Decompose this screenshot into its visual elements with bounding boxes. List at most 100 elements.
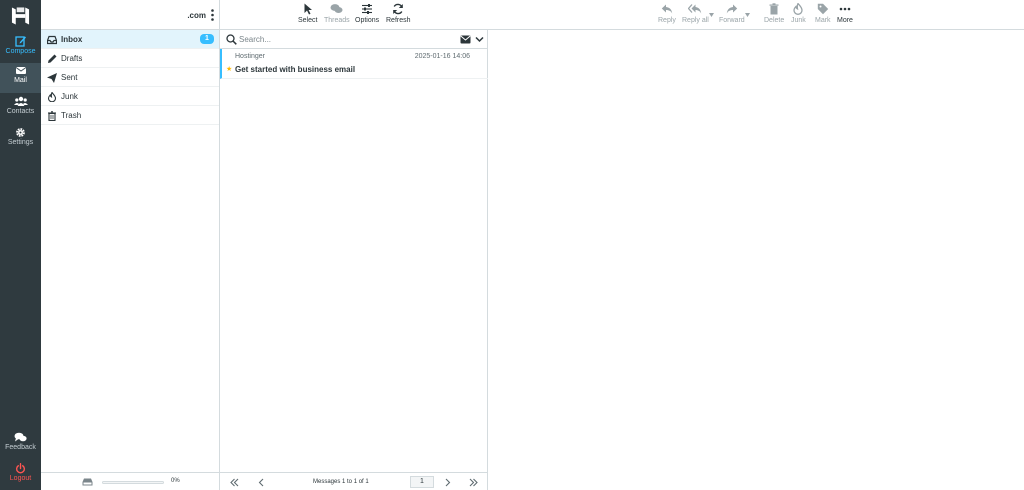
quota-text: 0% — [171, 478, 180, 484]
reply-all-dropdown-icon[interactable] — [709, 13, 714, 17]
folder-label: Drafts — [61, 54, 83, 63]
list-footer: Messages 1 to 1 of 1 1 — [220, 472, 488, 490]
folder-trash[interactable]: Trash — [41, 106, 219, 125]
message-toolbar: Reply Reply all Forward Delete Junk Mark… — [488, 0, 1024, 30]
search-bar — [220, 30, 488, 49]
left-rail: Compose Mail Contacts Settings Feedback … — [0, 0, 41, 490]
account-header: .com — [41, 0, 219, 30]
unread-badge: 1 — [200, 34, 214, 44]
forward-label: Forward — [719, 17, 745, 24]
power-icon — [15, 463, 26, 474]
mail-label: Mail — [14, 77, 27, 84]
more-label: More — [837, 17, 853, 24]
more-dots-icon — [839, 7, 851, 11]
trash-icon — [769, 3, 779, 15]
message-sender: Hostinger — [235, 53, 265, 60]
quota-footer: 0% — [41, 472, 220, 490]
more-button[interactable]: More — [837, 3, 853, 24]
list-toolbar: Select Threads Options Refresh — [220, 0, 488, 30]
reply-icon — [661, 4, 673, 14]
mail-button[interactable]: Mail — [0, 63, 41, 93]
mark-label: Mark — [815, 17, 831, 24]
reply-all-icon — [688, 4, 702, 14]
inbox-icon — [47, 35, 57, 45]
junk-label: Junk — [791, 17, 806, 24]
folder-junk[interactable]: Junk — [41, 87, 219, 106]
message-count: Messages 1 to 1 of 1 — [313, 479, 369, 485]
message-row[interactable]: Hostinger 2025-01-16 14:06 ★ Get started… — [220, 49, 488, 79]
reply-all-label: Reply all — [682, 17, 709, 24]
envelope-icon — [15, 67, 26, 74]
select-button[interactable]: Select — [298, 3, 317, 24]
sliders-icon — [362, 4, 373, 14]
options-label: Options — [355, 17, 380, 24]
next-page-icon[interactable] — [443, 478, 452, 487]
threads-icon — [330, 4, 343, 13]
folders-pane: .com Inbox 1 Drafts Sent Junk Trash 0% — [41, 0, 220, 490]
account-name: .com — [187, 11, 206, 20]
trash-icon — [48, 111, 56, 121]
folder-label: Junk — [61, 92, 78, 101]
refresh-icon — [393, 3, 404, 15]
previous-page-icon[interactable] — [257, 478, 266, 487]
select-label: Select — [298, 17, 318, 24]
paper-plane-icon — [47, 73, 57, 83]
folder-label: Inbox — [61, 35, 83, 44]
kebab-menu-icon[interactable] — [211, 9, 214, 21]
envelope-filter-icon[interactable] — [460, 35, 471, 44]
settings-button[interactable]: Settings — [0, 125, 41, 155]
delete-label: Delete — [764, 17, 785, 24]
logout-button[interactable]: Logout — [0, 461, 41, 490]
pencil-icon — [48, 54, 57, 63]
compose-label: Compose — [5, 48, 36, 55]
feedback-icon — [14, 432, 27, 442]
folder-sent[interactable]: Sent — [41, 68, 219, 87]
reply-all-button[interactable]: Reply all — [682, 3, 709, 24]
delete-button[interactable]: Delete — [764, 3, 784, 24]
folder-label: Trash — [61, 111, 82, 120]
folder-label: Sent — [61, 73, 78, 82]
threads-label: Threads — [324, 17, 350, 24]
page-number-input[interactable]: 1 — [410, 476, 434, 488]
refresh-label: Refresh — [386, 17, 411, 24]
last-page-icon[interactable] — [469, 478, 478, 487]
feedback-button[interactable]: Feedback — [0, 430, 41, 460]
forward-dropdown-icon[interactable] — [745, 13, 750, 17]
message-list-pane: Select Threads Options Refresh Search...… — [220, 0, 488, 490]
gear-icon — [16, 128, 25, 137]
refresh-button[interactable]: Refresh — [386, 3, 411, 24]
compose-button[interactable]: Compose — [0, 33, 41, 63]
contacts-icon — [13, 96, 28, 106]
compose-icon — [14, 36, 26, 47]
forward-icon — [726, 4, 738, 14]
folder-drafts[interactable]: Drafts — [41, 49, 219, 68]
message-content-pane: Reply Reply all Forward Delete Junk Mark… — [488, 0, 1024, 490]
tag-icon — [817, 3, 828, 15]
first-page-icon[interactable] — [230, 478, 239, 487]
mark-button[interactable]: Mark — [815, 3, 831, 24]
junk-button[interactable]: Junk — [791, 3, 806, 24]
quota-bar — [102, 481, 164, 484]
logout-label: Logout — [9, 475, 32, 482]
options-button[interactable]: Options — [355, 3, 379, 24]
threads-button[interactable]: Threads — [324, 3, 350, 24]
reply-button[interactable]: Reply — [658, 3, 676, 24]
chevron-down-icon[interactable] — [475, 35, 484, 44]
search-input[interactable] — [239, 33, 439, 46]
forward-button[interactable]: Forward — [719, 3, 745, 24]
hostinger-logo[interactable] — [11, 7, 30, 25]
feedback-label: Feedback — [5, 444, 36, 451]
reply-label: Reply — [658, 17, 676, 24]
contacts-label: Contacts — [6, 108, 35, 115]
folder-inbox[interactable]: Inbox 1 — [41, 30, 219, 49]
flag-star-icon[interactable]: ★ — [226, 65, 232, 73]
cursor-icon — [304, 3, 312, 15]
search-icon — [226, 34, 237, 45]
contacts-button[interactable]: Contacts — [0, 94, 41, 124]
message-subject: Get started with business email — [235, 65, 356, 74]
message-date: 2025-01-16 14:06 — [414, 53, 470, 60]
hard-drive-icon — [82, 478, 93, 486]
settings-label: Settings — [7, 139, 34, 146]
fire-icon — [793, 3, 804, 15]
fire-icon — [47, 92, 57, 102]
